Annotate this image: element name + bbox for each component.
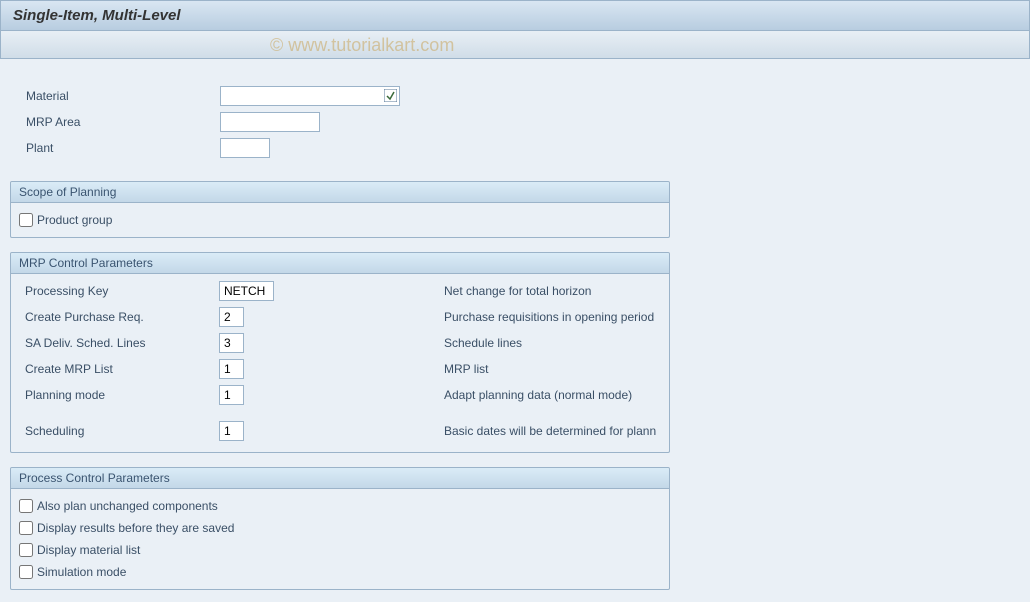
page-header: Single-Item, Multi-Level bbox=[0, 0, 1030, 31]
sa-deliv-sched-desc: Schedule lines bbox=[444, 336, 522, 350]
simulation-mode-checkbox[interactable] bbox=[19, 565, 33, 579]
display-results-before-save-checkbox[interactable] bbox=[19, 521, 33, 535]
scheduling-row: Scheduling Basic dates will be determine… bbox=[19, 420, 661, 442]
also-plan-unchanged-row: Also plan unchanged components bbox=[19, 495, 661, 517]
simulation-mode-label: Simulation mode bbox=[37, 565, 126, 579]
display-results-before-save-row: Display results before they are saved bbox=[19, 517, 661, 539]
scheduling-input[interactable] bbox=[219, 421, 244, 441]
display-material-list-checkbox[interactable] bbox=[19, 543, 33, 557]
display-material-list-row: Display material list bbox=[19, 539, 661, 561]
planning-mode-row: Planning mode Adapt planning data (norma… bbox=[19, 384, 661, 406]
process-control-title: Process Control Parameters bbox=[11, 468, 669, 489]
create-purchase-req-row: Create Purchase Req. Purchase requisitio… bbox=[19, 306, 661, 328]
planning-mode-label: Planning mode bbox=[19, 388, 219, 402]
sa-deliv-sched-input[interactable] bbox=[219, 333, 244, 353]
mrp-area-row: MRP Area bbox=[20, 111, 1010, 133]
display-results-before-save-label: Display results before they are saved bbox=[37, 521, 234, 535]
process-control-group: Process Control Parameters Also plan unc… bbox=[10, 467, 670, 590]
scheduling-desc: Basic dates will be determined for plann bbox=[444, 424, 656, 438]
material-label: Material bbox=[20, 89, 220, 103]
planning-mode-desc: Adapt planning data (normal mode) bbox=[444, 388, 632, 402]
scope-of-planning-title: Scope of Planning bbox=[11, 182, 669, 203]
also-plan-unchanged-label: Also plan unchanged components bbox=[37, 499, 218, 513]
mrp-area-label: MRP Area bbox=[20, 115, 220, 129]
material-input-wrapper bbox=[220, 86, 400, 106]
processing-key-label: Processing Key bbox=[19, 284, 219, 298]
create-purchase-req-label: Create Purchase Req. bbox=[19, 310, 219, 324]
sa-deliv-sched-row: SA Deliv. Sched. Lines Schedule lines bbox=[19, 332, 661, 354]
mrp-control-group: MRP Control Parameters Processing Key Ne… bbox=[10, 252, 670, 453]
mrp-control-title: MRP Control Parameters bbox=[11, 253, 669, 274]
page-title: Single-Item, Multi-Level bbox=[13, 7, 181, 24]
scope-of-planning-group: Scope of Planning Product group bbox=[10, 181, 670, 238]
simulation-mode-row: Simulation mode bbox=[19, 561, 661, 583]
create-mrp-list-row: Create MRP List MRP list bbox=[19, 358, 661, 380]
create-mrp-list-input[interactable] bbox=[219, 359, 244, 379]
plant-input[interactable] bbox=[220, 138, 270, 158]
scope-of-planning-body: Product group bbox=[11, 203, 669, 237]
scheduling-label: Scheduling bbox=[19, 424, 219, 438]
process-control-body: Also plan unchanged components Display r… bbox=[11, 489, 669, 589]
top-fields: Material MRP Area Plant bbox=[10, 71, 1020, 167]
processing-key-row: Processing Key Net change for total hori… bbox=[19, 280, 661, 302]
plant-row: Plant bbox=[20, 137, 1010, 159]
create-purchase-req-desc: Purchase requisitions in opening period bbox=[444, 310, 654, 324]
spacer bbox=[19, 410, 661, 420]
create-purchase-req-input[interactable] bbox=[219, 307, 244, 327]
also-plan-unchanged-checkbox[interactable] bbox=[19, 499, 33, 513]
sa-deliv-sched-label: SA Deliv. Sched. Lines bbox=[19, 336, 219, 350]
mrp-area-input[interactable] bbox=[220, 112, 320, 132]
material-input[interactable] bbox=[220, 86, 400, 106]
create-mrp-list-desc: MRP list bbox=[444, 362, 488, 376]
product-group-row: Product group bbox=[19, 209, 661, 231]
material-row: Material bbox=[20, 85, 1010, 107]
processing-key-input[interactable] bbox=[219, 281, 274, 301]
processing-key-desc: Net change for total horizon bbox=[444, 284, 591, 298]
mrp-control-body: Processing Key Net change for total hori… bbox=[11, 274, 669, 452]
toolbar bbox=[0, 31, 1030, 59]
product-group-label: Product group bbox=[37, 213, 112, 227]
product-group-checkbox[interactable] bbox=[19, 213, 33, 227]
display-material-list-label: Display material list bbox=[37, 543, 140, 557]
plant-label: Plant bbox=[20, 141, 220, 155]
content-area: Material MRP Area Plant Scope of Plannin… bbox=[0, 59, 1030, 602]
create-mrp-list-label: Create MRP List bbox=[19, 362, 219, 376]
planning-mode-input[interactable] bbox=[219, 385, 244, 405]
